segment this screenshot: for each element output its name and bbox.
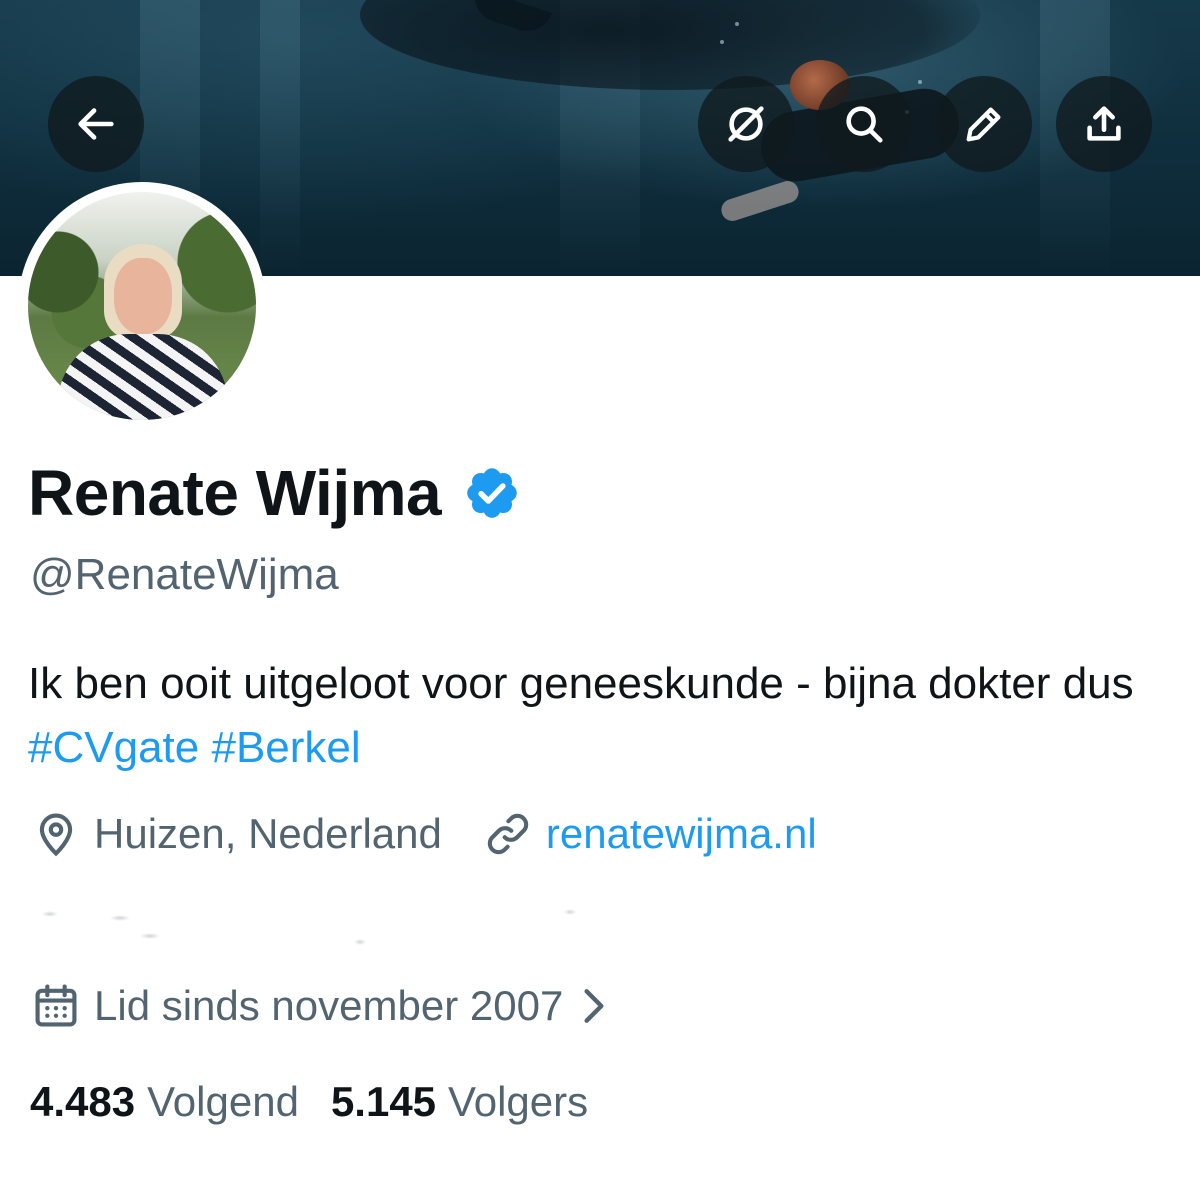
back-button[interactable] [48, 76, 144, 172]
light-ray [260, 0, 300, 276]
arrow-left-icon [78, 108, 114, 140]
location-text: Huizen, Nederland [94, 810, 442, 857]
display-name: Renate Wijma [28, 457, 442, 529]
bubble [735, 22, 739, 26]
following-label: Volgend [147, 1078, 299, 1125]
following-count: 4.483 [30, 1078, 136, 1125]
joined-date-text: Lid sinds november 2007 [94, 982, 564, 1029]
name-row: Renate Wijma [28, 456, 521, 530]
followers-label: Volgers [448, 1078, 589, 1125]
follow-stats: 4.483 Volgend 5.145 Volgers [30, 1078, 620, 1126]
share-icon [1087, 106, 1121, 141]
bio-text: Ik ben ooit uitgeloot voor geneeskunde -… [28, 659, 1134, 708]
search-icon [846, 106, 883, 143]
hashtag-link[interactable]: #CVgate [28, 723, 199, 772]
following-stat[interactable]: 4.483 Volgend [30, 1078, 299, 1126]
hide-button[interactable] [698, 76, 794, 172]
bubble [918, 80, 922, 84]
website-link[interactable]: renatewijma.nl [546, 810, 817, 858]
location-pin-icon [39, 813, 73, 857]
followers-stat[interactable]: 5.145 Volgers [331, 1078, 588, 1126]
followers-count: 5.145 [330, 1078, 437, 1125]
pencil-icon [966, 107, 1001, 142]
calendar-icon [35, 984, 77, 1027]
bio: Ik ben ooit uitgeloot voor geneeskunde -… [28, 652, 1168, 780]
edit-button[interactable] [936, 76, 1032, 172]
joined-date-row[interactable]: Lid sinds november 2007 [30, 980, 611, 1032]
search-button[interactable] [816, 76, 912, 172]
verified-badge-icon[interactable] [463, 464, 521, 522]
hide-icon [728, 106, 764, 142]
avatar [28, 192, 256, 420]
obscured-info-row [30, 906, 590, 950]
link-icon [487, 813, 529, 855]
profile-meta: Huizen, Nederland renatewijma.nl [30, 808, 817, 860]
hashtag-link[interactable]: #Berkel [211, 723, 360, 772]
chevron-right-icon [584, 989, 604, 1023]
bubble [720, 40, 724, 44]
avatar-container[interactable] [18, 182, 266, 430]
share-button[interactable] [1056, 76, 1152, 172]
user-handle: @RenateWijma [30, 550, 339, 599]
